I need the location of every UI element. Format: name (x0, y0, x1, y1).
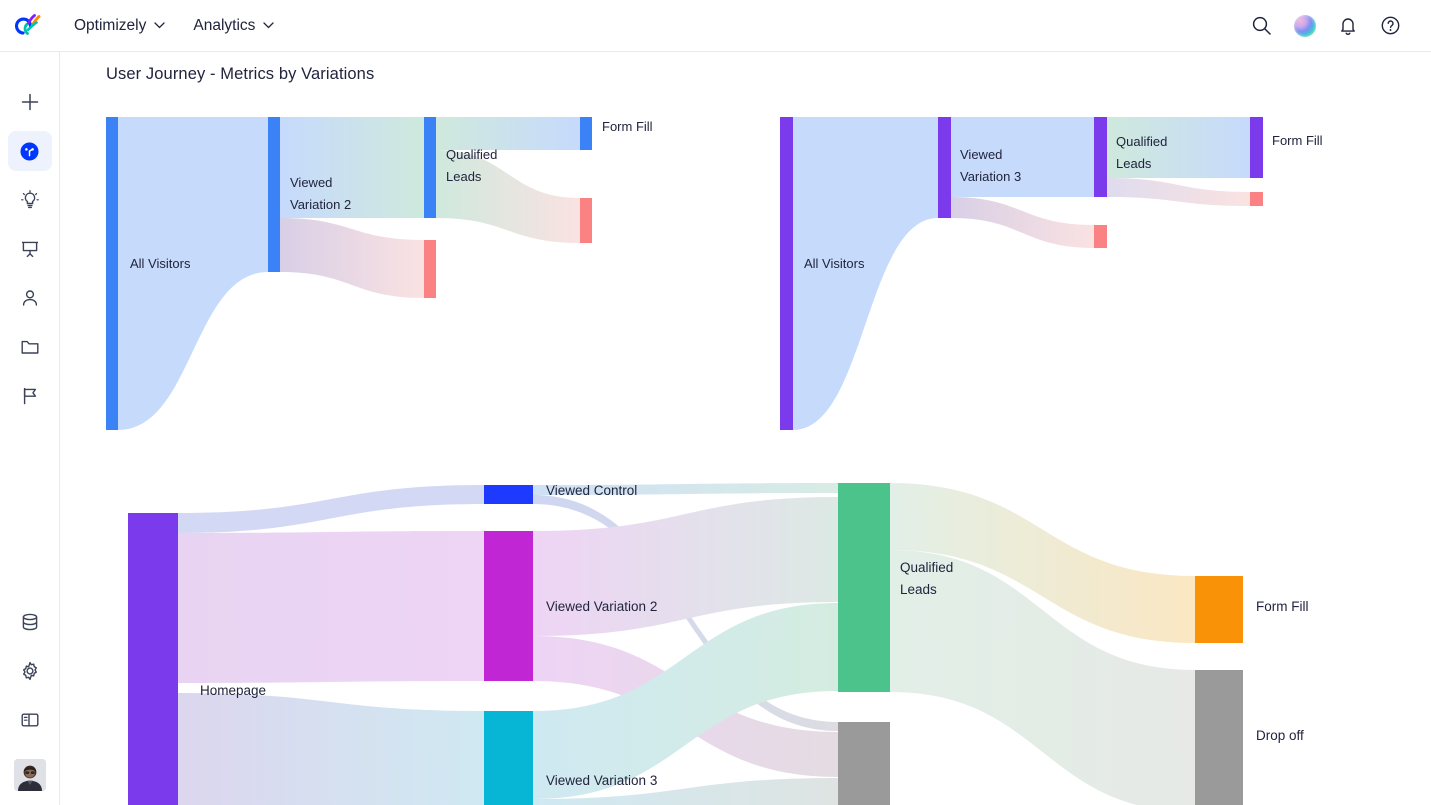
chevron-down-icon (154, 22, 165, 29)
avatar-photo (14, 759, 46, 791)
sankey-svg-variation-2: All VisitorsViewedVariation 2QualifiedLe… (60, 105, 760, 445)
top-bar-actions (1251, 15, 1431, 37)
sankey-node[interactable] (780, 117, 793, 430)
sidebar-item-data[interactable] (8, 602, 52, 642)
person-icon (19, 287, 41, 309)
sankey-node[interactable] (838, 483, 890, 692)
lightbulb-icon (19, 189, 41, 211)
sankey-node-label: All Visitors (804, 256, 865, 271)
nav-analytics-label: Analytics (193, 17, 255, 35)
sankey-node[interactable] (128, 513, 178, 805)
left-sidebar (0, 52, 60, 805)
presentation-icon (19, 238, 41, 260)
sankey-node[interactable] (1250, 192, 1263, 206)
sankey-node[interactable] (484, 485, 533, 504)
help-icon[interactable] (1380, 15, 1401, 36)
sankey-node[interactable] (838, 722, 890, 805)
sidebar-top-group (0, 52, 59, 416)
optimizely-logo[interactable] (0, 0, 60, 52)
sankey-link[interactable] (280, 218, 424, 298)
sidebar-bottom-group (0, 602, 60, 791)
nav-optimizely-label: Optimizely (74, 17, 146, 35)
sankey-node[interactable] (268, 117, 280, 272)
sankey-node-label: Viewed Variation 3 (546, 773, 657, 788)
sankey-link[interactable] (951, 197, 1094, 248)
sidebar-item-dashboard[interactable] (8, 131, 52, 171)
sidebar-item-panel-toggle[interactable] (8, 700, 52, 740)
main-content: User Journey - Metrics by Variations All… (60, 52, 1431, 805)
sankey-node[interactable] (1195, 576, 1243, 643)
sidebar-item-ideas[interactable] (8, 180, 52, 220)
sankey-link[interactable] (1107, 178, 1250, 206)
sankey-link[interactable] (118, 117, 268, 430)
sankey-link[interactable] (436, 117, 580, 150)
nav-optimizely[interactable]: Optimizely (60, 0, 179, 52)
sankey-node-label: All Visitors (130, 256, 191, 271)
sankey-svg-all-variations: Homepage Viewed Control Viewed Variation 2… (60, 470, 1431, 805)
panel-toggle-icon (19, 709, 41, 731)
top-bar: Optimizely Analytics (0, 0, 1431, 52)
sankey-node[interactable] (484, 711, 533, 805)
ai-assistant-orb[interactable] (1294, 15, 1316, 37)
sankey-link[interactable] (178, 485, 484, 533)
avatar[interactable] (14, 759, 46, 791)
sankey-node-label: Form Fill (602, 119, 653, 134)
sankey-svg-variation-3: All VisitorsViewedVariation 3QualifiedLe… (768, 105, 1431, 445)
sankey-node[interactable] (1094, 117, 1107, 197)
folder-icon (19, 336, 41, 358)
sankey-node-label: Form Fill (1272, 133, 1323, 148)
sankey-chart-variation-2[interactable]: All VisitorsViewedVariation 2QualifiedLe… (60, 105, 760, 445)
chevron-down-icon (263, 22, 274, 29)
nav-analytics[interactable]: Analytics (179, 0, 288, 52)
sankey-node[interactable] (580, 117, 592, 150)
sankey-node-label: Homepage (200, 683, 266, 698)
sankey-link[interactable] (793, 117, 938, 430)
sankey-link[interactable] (436, 150, 580, 243)
page-title: User Journey - Metrics by Variations (106, 65, 374, 84)
sidebar-item-flags[interactable] (8, 376, 52, 416)
sankey-link[interactable] (178, 531, 484, 683)
sidebar-item-projects[interactable] (8, 327, 52, 367)
sankey-node-label: Viewed Variation 2 (546, 599, 657, 614)
sankey-node[interactable] (424, 117, 436, 218)
database-icon (19, 611, 41, 633)
notifications-bell-icon[interactable] (1338, 15, 1358, 36)
sankey-node[interactable] (424, 240, 436, 298)
sankey-node[interactable] (580, 198, 592, 243)
sankey-node[interactable] (106, 117, 118, 430)
sankey-node-label: Form Fill (1256, 599, 1309, 614)
add-icon (19, 91, 41, 113)
search-icon[interactable] (1251, 15, 1272, 36)
sankey-node[interactable] (1094, 225, 1107, 248)
dashboard-gauge-icon (19, 141, 40, 162)
sankey-node[interactable] (1195, 670, 1243, 805)
sidebar-item-experiments[interactable] (8, 229, 52, 269)
sidebar-item-create[interactable] (8, 82, 52, 122)
sidebar-item-audiences[interactable] (8, 278, 52, 318)
sidebar-item-settings[interactable] (8, 651, 52, 691)
sankey-node[interactable] (938, 117, 951, 218)
sankey-node[interactable] (484, 531, 533, 681)
gear-icon (19, 660, 41, 682)
sankey-link[interactable] (178, 693, 484, 805)
sankey-node[interactable] (1250, 117, 1263, 178)
sankey-chart-variation-3[interactable]: All VisitorsViewedVariation 3QualifiedLe… (768, 105, 1431, 445)
flag-icon (19, 385, 41, 407)
sankey-node-label: Viewed Control (546, 483, 637, 498)
sankey-node-label: Drop off (1256, 728, 1304, 743)
sankey-chart-all-variations[interactable]: Homepage Viewed Control Viewed Variation 2… (60, 470, 1431, 805)
